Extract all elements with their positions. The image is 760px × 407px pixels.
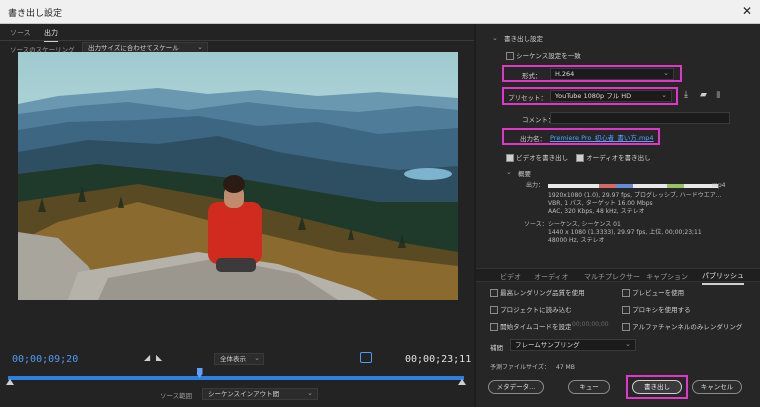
tab-captions[interactable]: キャプション [646,272,688,282]
checkbox[interactable] [490,306,498,314]
summary-title: 概要 [518,170,531,178]
mark-out-icon[interactable]: ◣ [156,353,162,362]
preset-dropdown[interactable]: YouTube 1080p フル HD ⌄ [550,90,672,102]
tab-publish[interactable]: パブリッシュ [702,271,744,285]
source-range-value: シーケンスインアウト間 [208,390,280,398]
export-settings-panel: ⌄ 書き出し設定 シーケンス設定を一致 形式： H.264 ⌄ プリセット： Y… [476,24,760,407]
checkbox[interactable] [490,323,498,331]
section-title: 書き出し設定 [504,35,543,43]
timeline-bar[interactable] [8,376,464,380]
zoom-dropdown[interactable]: 全体表示 ⌄ [214,353,264,365]
checkbox[interactable] [622,323,630,331]
tab-source[interactable]: ソース [10,28,31,38]
out-point-handle[interactable] [458,379,466,385]
max-render-quality-checkbox[interactable]: 最高レンダリング品質を使用 [490,287,585,297]
chevron-down-icon: ⌄ [307,389,313,397]
tab-multiplexer[interactable]: マルチプレクサー [584,272,640,282]
filesize-value: 47 MB [556,364,575,371]
in-point-handle[interactable] [6,379,14,385]
settings-tabs: ビデオ オーディオ マルチプレクサー キャプション パブリッシュ [476,268,760,285]
title-bar: 書き出し設定 ✕ [0,0,760,24]
comment-input[interactable] [550,112,730,124]
output-details: 1920x1080 (1.0), 29.97 fps, プログレッシブ, ハード… [548,192,722,215]
export-audio-checkbox[interactable]: オーディオを書き出し [576,152,651,162]
checkbox[interactable] [576,154,584,162]
current-timecode[interactable]: 00;00;09;20 [12,354,78,365]
set-start-timecode-checkbox[interactable]: 開始タイムコードを設定 [490,321,571,331]
checkbox[interactable] [506,52,514,60]
queue-button[interactable]: キュー [568,380,610,394]
format-label: 形式： [522,72,542,80]
start-timecode-value[interactable]: 00;00;00;00 [572,321,609,328]
tab-audio[interactable]: オーディオ [534,272,569,282]
output-name-label: 出力名： [520,135,546,143]
match-sequence-checkbox[interactable]: シーケンス設定を一致 [506,50,581,60]
chevron-down-icon: ⌄ [625,340,631,348]
interpolation-label: 補間 [490,344,503,352]
video-preview [18,52,458,300]
source-range-dropdown[interactable]: シーケンスインアウト間 ⌄ [202,388,318,400]
chevron-down-icon: ⌄ [254,354,260,362]
export-video-checkbox[interactable]: ビデオを書き出し [506,152,568,162]
source-range-label: ソース範囲 [160,392,193,400]
mark-in-icon[interactable]: ◢ [144,353,150,362]
close-icon[interactable]: ✕ [742,4,752,18]
import-into-project-checkbox[interactable]: プロジェクトに読み込む [490,304,572,314]
zoom-value: 全体表示 [220,355,246,363]
checkbox[interactable] [622,306,630,314]
export-button[interactable]: 書き出し [632,380,682,394]
cancel-button[interactable]: キャンセル [692,380,742,394]
checkbox[interactable] [490,289,498,297]
mountain-scene-image [18,52,458,300]
save-preset-icon[interactable]: ⤓ [684,90,688,100]
checkbox[interactable] [622,289,630,297]
chevron-down-icon[interactable]: ⌄ [506,168,512,176]
tab-video[interactable]: ビデオ [500,272,521,282]
divider [0,40,474,41]
alpha-only-checkbox[interactable]: アルファチャンネルのみレンダリング [622,321,742,331]
chevron-down-icon: ⌄ [663,69,669,77]
output-label: 出力： [526,182,545,189]
preset-label: プリセット： [508,94,547,102]
import-preset-icon[interactable]: ▰ [700,90,707,100]
end-timecode: 00;00;23;11 [405,354,472,365]
chevron-down-icon[interactable]: ⌄ [492,34,498,42]
delete-preset-icon[interactable]: ▮ [716,90,721,100]
chevron-down-icon: ⌄ [661,91,667,99]
source-label: ソース： [524,221,548,228]
source-details: シーケンス, シーケンス 01 1440 x 1080 (1.3333), 29… [548,221,702,244]
filesize-label: 予測ファイルサイズ： [490,364,550,371]
format-dropdown[interactable]: H.264 ⌄ [550,68,674,80]
window-title: 書き出し設定 [8,9,63,19]
use-proxies-checkbox[interactable]: プロキシを使用する [622,304,691,314]
output-path-redacted [548,184,718,188]
output-file-ext: mp4 [712,182,726,189]
aspect-correction-icon[interactable] [360,352,372,363]
checkbox[interactable] [506,154,514,162]
interpolation-dropdown[interactable]: フレームサンプリング ⌄ [510,339,636,351]
use-previews-checkbox[interactable]: プレビューを使用 [622,287,684,297]
output-name-link[interactable]: Premiere Pro_初心者_書い方.mp4 [550,132,654,142]
metadata-button[interactable]: メタデータ... [488,380,544,394]
scaling-value: 出力サイズに合わせてスケール [88,44,179,52]
chevron-down-icon: ⌄ [197,43,203,51]
